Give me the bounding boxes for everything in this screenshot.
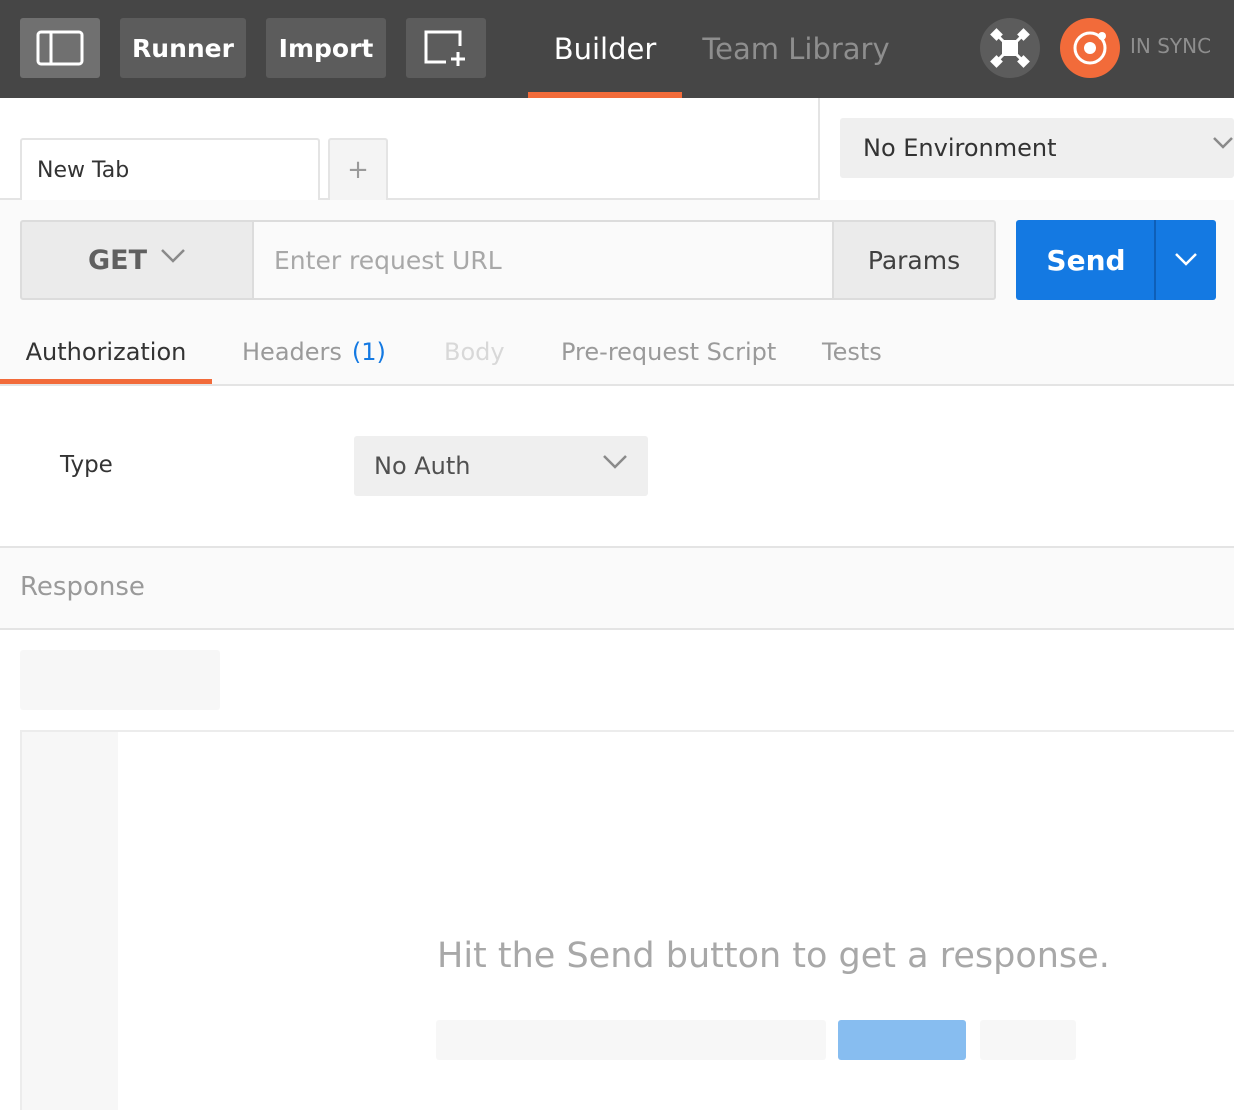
interceptor-button[interactable] xyxy=(980,18,1040,78)
chevron-down-icon xyxy=(1213,137,1233,149)
auth-type-label: Type xyxy=(60,452,113,478)
sidebar-toggle-button[interactable] xyxy=(20,18,100,78)
tab-headers[interactable]: Headers (1) xyxy=(242,320,386,384)
new-window-icon xyxy=(424,30,465,66)
tab-pre-request-script[interactable]: Pre-request Script xyxy=(561,320,776,384)
request-url-input[interactable] xyxy=(252,220,834,300)
response-empty-hint: Hit the Send button to get a response. xyxy=(437,936,1110,976)
method-select[interactable]: GET xyxy=(20,220,254,300)
response-placeholder-bar-small xyxy=(980,1020,1076,1060)
sync-status-label: IN SYNC xyxy=(1130,34,1212,58)
sidebar-toggle-icon xyxy=(36,30,84,66)
response-placeholder-button xyxy=(838,1020,966,1060)
tab-authorization[interactable]: Authorization xyxy=(0,320,212,384)
runner-button[interactable]: Runner xyxy=(120,18,246,78)
headers-count-badge: (1) xyxy=(351,338,386,366)
response-placeholder-bar xyxy=(436,1020,826,1060)
sync-status-button[interactable] xyxy=(1060,18,1120,78)
tab-tests[interactable]: Tests xyxy=(822,320,882,384)
tab-headers-label: Headers xyxy=(242,338,342,366)
request-tab-new-tab[interactable]: New Tab xyxy=(20,138,320,200)
nav-tab-team-library[interactable]: Team Library xyxy=(698,0,894,98)
environment-select[interactable]: No Environment xyxy=(840,118,1234,178)
response-divider-bottom xyxy=(0,628,1234,630)
import-button[interactable]: Import xyxy=(266,18,386,78)
response-title: Response xyxy=(20,572,145,602)
chevron-down-icon xyxy=(1175,253,1197,266)
interceptor-satellite-icon xyxy=(990,28,1030,68)
chevron-down-icon xyxy=(603,455,627,469)
response-toolbar-placeholder xyxy=(20,650,220,710)
tab-body[interactable]: Body xyxy=(444,320,505,384)
chevron-down-icon xyxy=(161,249,185,263)
nav-tab-builder[interactable]: Builder xyxy=(528,0,682,98)
response-line-gutter xyxy=(22,732,118,1110)
send-button[interactable]: Send xyxy=(1016,220,1156,300)
sync-status-icon xyxy=(1073,31,1107,65)
add-tab-button[interactable]: + xyxy=(328,138,388,200)
new-window-button[interactable] xyxy=(406,18,486,78)
environment-divider xyxy=(818,98,820,200)
params-button[interactable]: Params xyxy=(832,220,996,300)
response-header xyxy=(0,548,1234,628)
send-options-button[interactable] xyxy=(1154,220,1216,300)
